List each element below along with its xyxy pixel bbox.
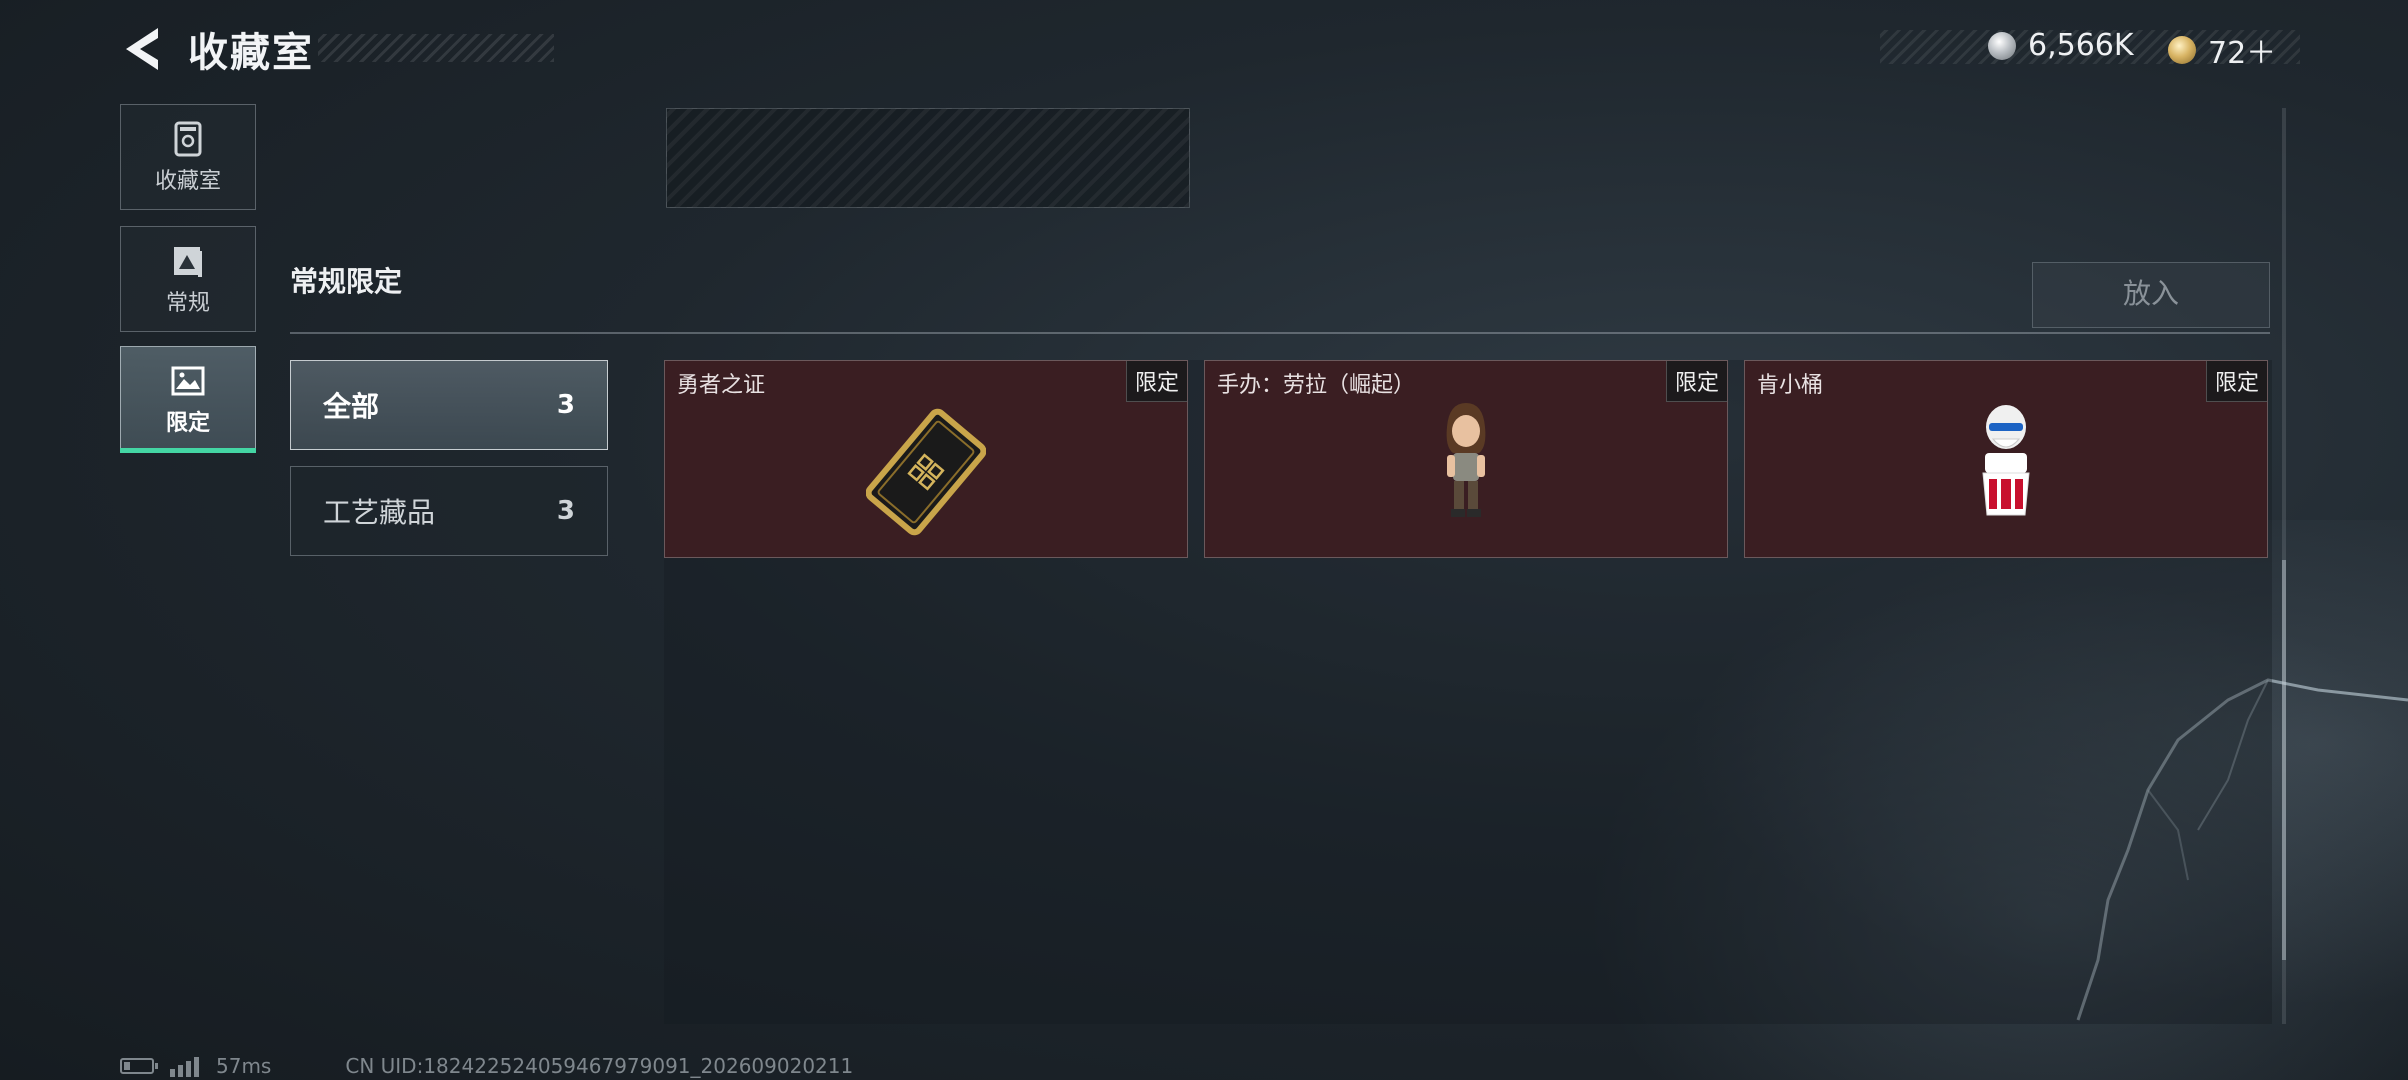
latency-text: 57ms — [216, 1054, 272, 1078]
limited-badge: 限定 — [2205, 361, 2267, 402]
sidebar-item-limited[interactable]: 限定 — [120, 346, 256, 452]
filter-label: 全部 — [323, 390, 380, 423]
card-name: 肯小桶 — [1757, 373, 1824, 398]
limited-badge: 限定 — [1125, 361, 1187, 402]
card-name: 手办：劳拉（崛起） — [1217, 373, 1416, 398]
filter-all[interactable]: 全部 3 — [290, 360, 608, 450]
uid-text: CN UID:182422524059467979091_20260902021… — [345, 1054, 854, 1078]
picture-frame-icon — [174, 247, 202, 277]
trophy-cabinet-icon — [174, 121, 202, 157]
collection-card[interactable]: 手办：劳拉（崛起） 限定 — [1204, 360, 1728, 558]
gold-currency-value: 72＋ — [2208, 36, 2277, 71]
collection-card[interactable]: 勇者之证 限定 — [664, 360, 1188, 558]
gold-card-icon — [866, 408, 986, 536]
sidebar-item-label: 收藏室 — [154, 169, 221, 194]
sidebar-item-label: 限定 — [165, 411, 210, 436]
filter-count: 3 — [556, 390, 575, 420]
landscape-image-icon — [171, 366, 205, 396]
gold-coin-icon — [2168, 36, 2196, 64]
gold-currency[interactable]: 72＋ — [2168, 28, 2276, 72]
page-title: 收藏室 — [188, 30, 314, 76]
silver-currency-value: 6,566K — [2028, 28, 2134, 63]
filter-craft-collectibles[interactable]: 工艺藏品 3 — [290, 466, 608, 556]
card-name: 勇者之证 — [677, 373, 766, 398]
sidebar-item-collection-room[interactable]: 收藏室 — [120, 104, 256, 210]
collection-banner — [666, 108, 1190, 208]
limited-badge: 限定 — [1665, 361, 1727, 402]
active-tab-indicator — [120, 448, 256, 453]
scrollbar-thumb[interactable] — [2282, 560, 2286, 960]
status-bar: 57ms CN UID:182422524059467979091_202609… — [120, 1054, 853, 1078]
colonel-figure-icon — [1982, 405, 2030, 516]
silver-currency[interactable]: 6,566K — [1988, 28, 2134, 63]
put-in-button[interactable]: 放入 — [2032, 262, 2270, 328]
section-title: 常规限定 — [290, 265, 403, 298]
title-stripe-decoration — [318, 34, 554, 62]
filter-count: 3 — [556, 496, 575, 526]
silver-coin-icon — [1988, 31, 2016, 60]
lara-figure-icon — [1446, 403, 1486, 517]
back-arrow-icon[interactable] — [120, 24, 166, 74]
sidebar-item-regular[interactable]: 常规 — [120, 226, 256, 332]
signal-icon — [170, 1055, 202, 1077]
collection-card[interactable]: 肯小桶 限定 — [1744, 360, 2268, 558]
battery-icon — [120, 1058, 158, 1074]
sidebar-item-label: 常规 — [165, 291, 210, 316]
filter-label: 工艺藏品 — [323, 496, 436, 529]
section-divider — [290, 332, 2270, 334]
